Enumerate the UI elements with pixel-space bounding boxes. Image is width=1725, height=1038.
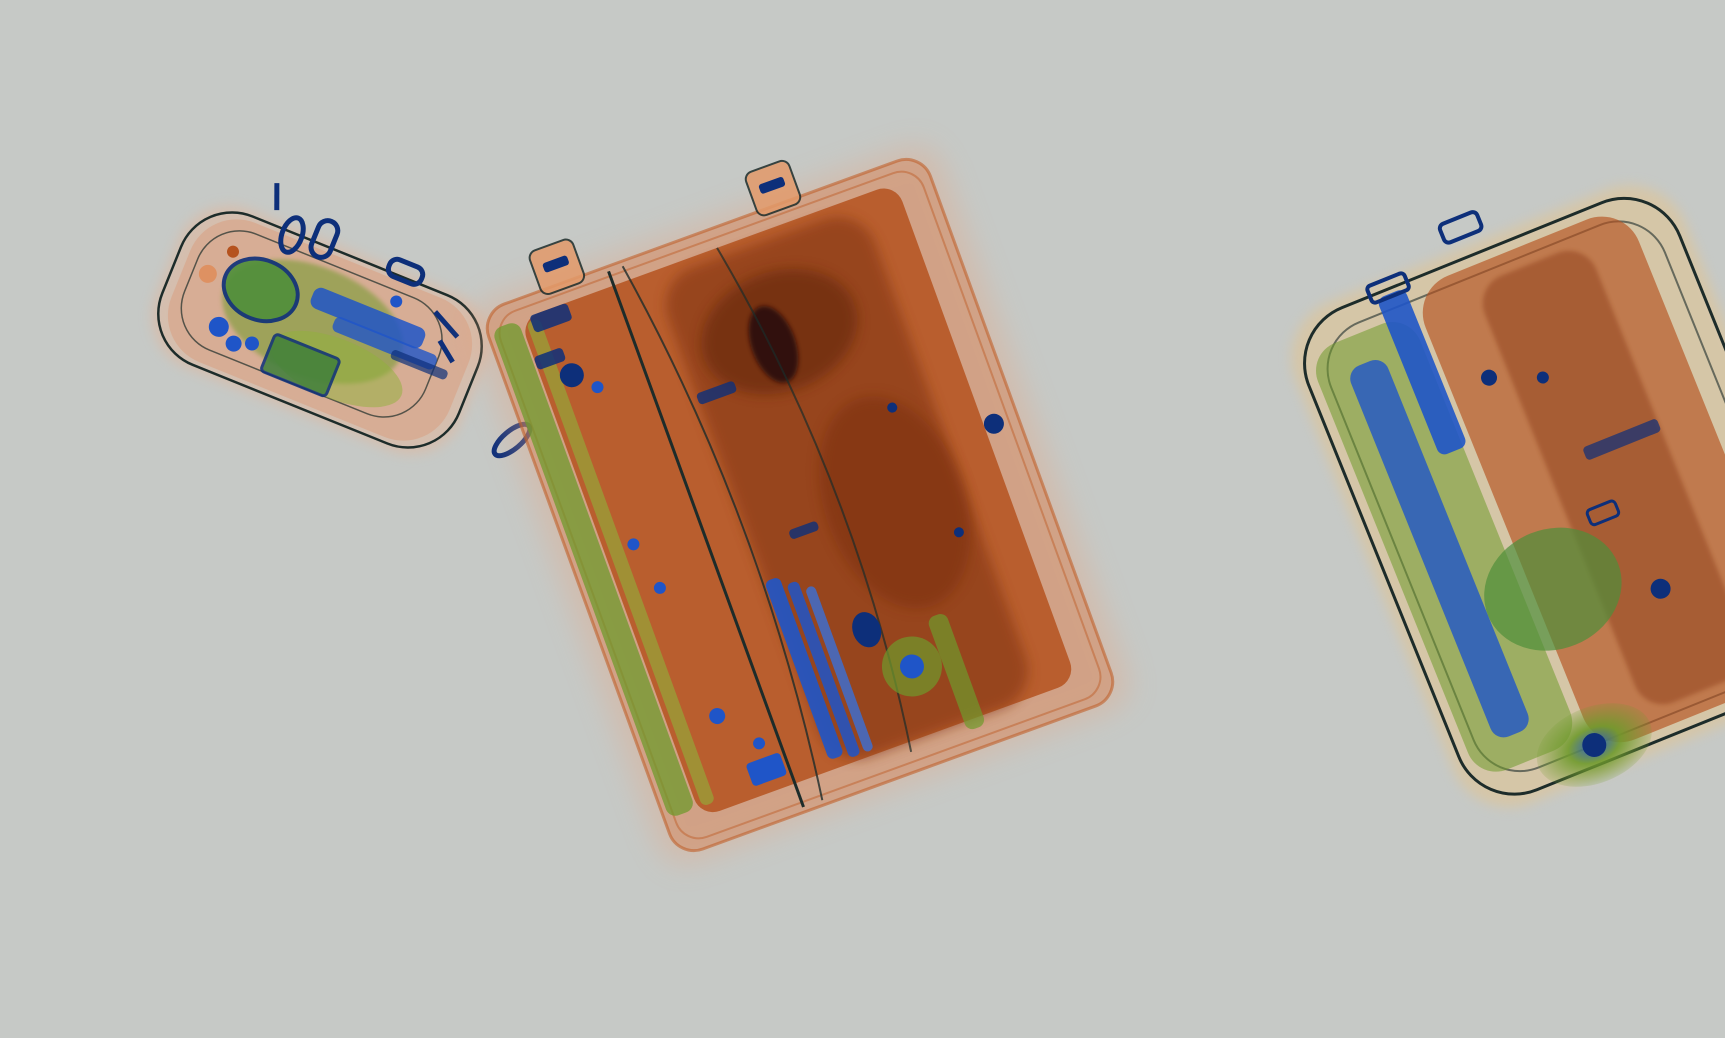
xray-scan bbox=[0, 0, 1725, 1038]
